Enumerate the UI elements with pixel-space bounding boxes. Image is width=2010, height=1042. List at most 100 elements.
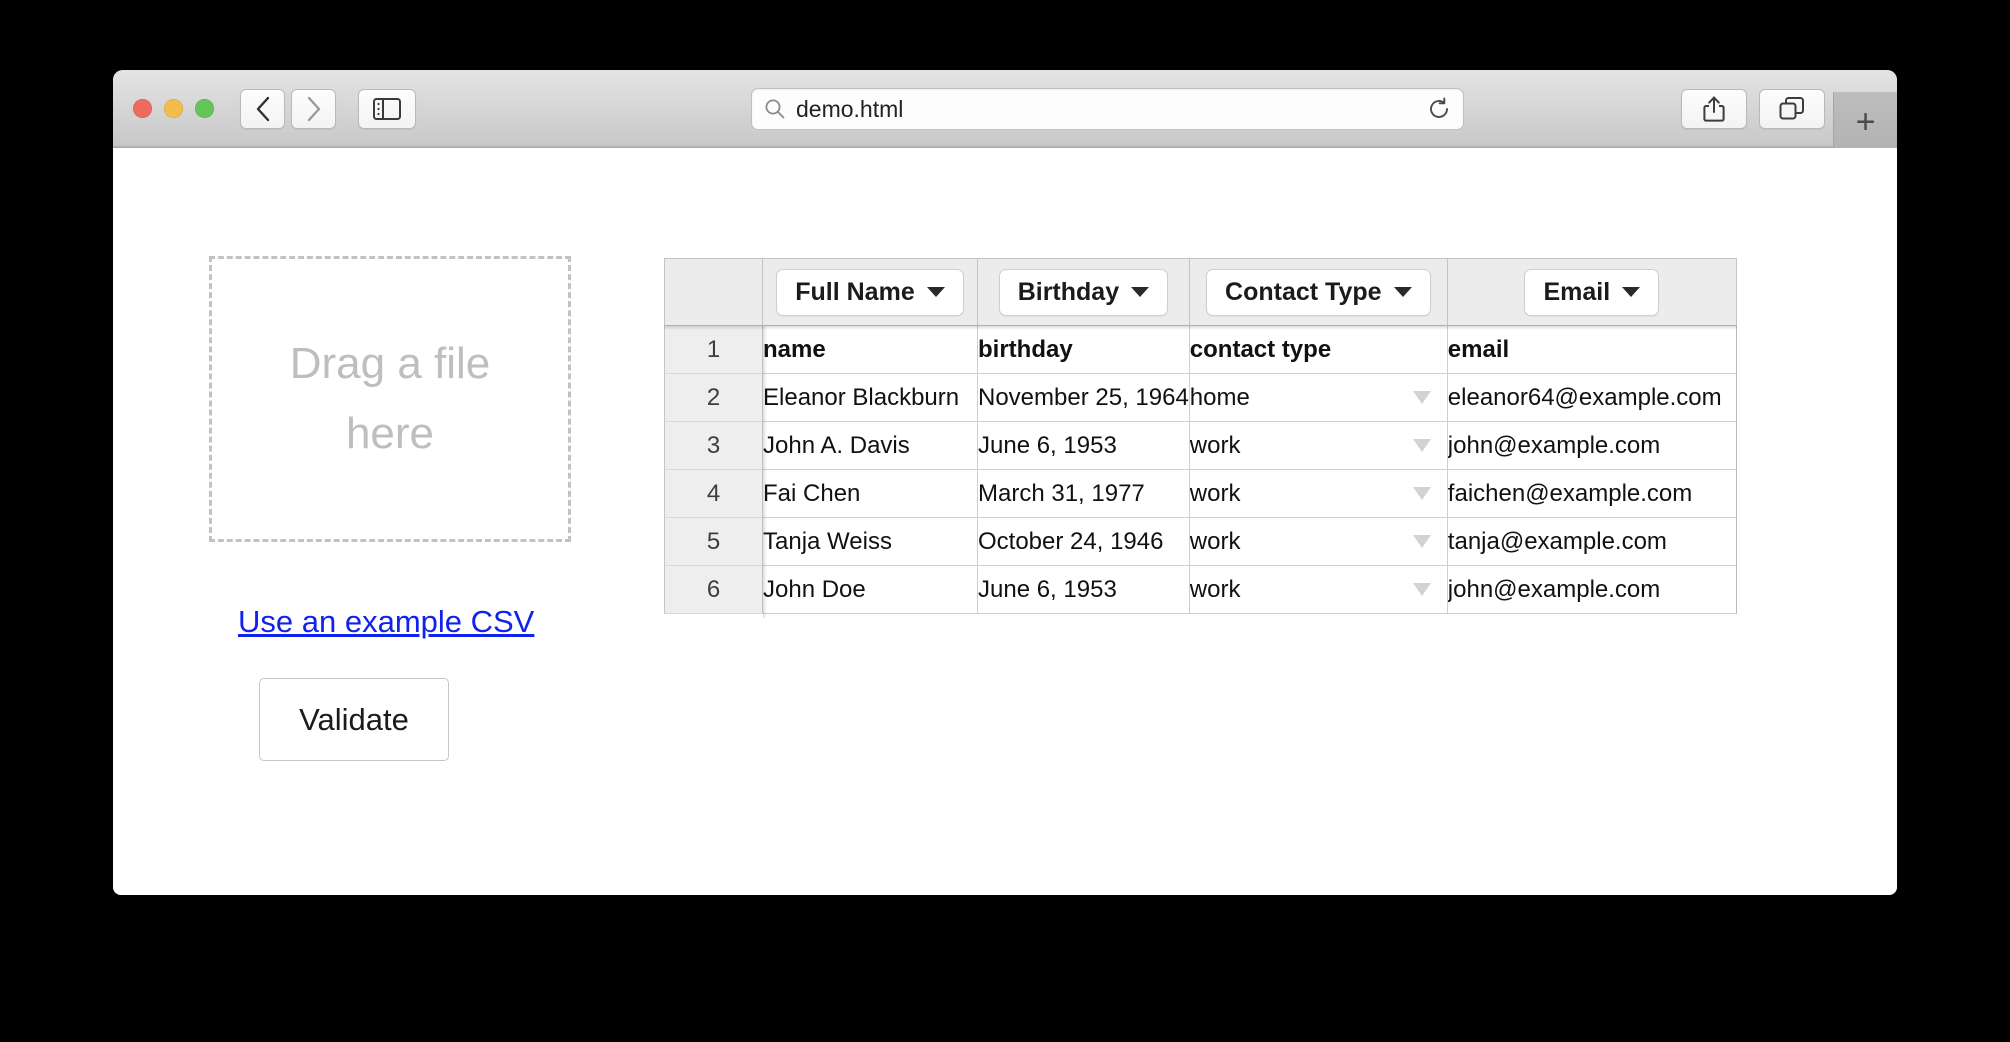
cell-name[interactable]: Tanja Weiss — [763, 518, 978, 566]
cell-email[interactable]: email — [1447, 326, 1737, 374]
row-number-cell[interactable]: 3 — [664, 422, 763, 470]
window-controls — [133, 99, 214, 118]
csv-preview-table-container: Full Name Birthday Contact Type Email 1 … — [664, 258, 1737, 618]
address-bar-container: demo.html — [751, 88, 1464, 130]
column-select-birthday[interactable]: Birthday — [998, 268, 1169, 316]
column-select-birthday-label: Birthday — [1017, 277, 1120, 306]
address-input-value[interactable]: demo.html — [796, 96, 1427, 123]
column-mapper-email: Email — [1447, 258, 1737, 326]
table-row: 2 Eleanor Blackburn November 25, 1964 home e… — [664, 374, 1737, 422]
cell-email[interactable]: tanja@example.com — [1447, 518, 1737, 566]
cell-name[interactable]: John Doe — [763, 566, 978, 614]
cell-ctype[interactable]: work — [1189, 470, 1448, 518]
tab-overview-icon — [1779, 97, 1804, 120]
cell-email[interactable]: john@example.com — [1447, 422, 1737, 470]
contact-type-select[interactable]: home — [1190, 384, 1447, 412]
cell-ctype[interactable]: contact type — [1189, 326, 1448, 374]
row-number-cell[interactable]: 6 — [664, 566, 763, 614]
share-icon — [1703, 96, 1725, 122]
cell-name[interactable]: Fai Chen — [763, 470, 978, 518]
chevron-down-icon — [1412, 487, 1431, 500]
cell-name[interactable]: name — [763, 326, 978, 374]
contact-type-value: work — [1189, 575, 1241, 603]
contact-type-select[interactable]: work — [1190, 576, 1447, 604]
table-row: 5 Tanja Weiss October 24, 1946 work tanja@ex… — [664, 518, 1737, 566]
cell-bday[interactable]: birthday — [978, 326, 1190, 374]
plus-icon: + — [1855, 103, 1876, 141]
cell-name[interactable]: Eleanor Blackburn — [763, 374, 978, 422]
cell-bday[interactable]: October 24, 1946 — [978, 518, 1190, 566]
table-row: 4 Fai Chen March 31, 1977 work faichen@examp… — [664, 470, 1737, 518]
chevron-left-icon — [256, 96, 269, 121]
forward-button[interactable] — [291, 88, 336, 129]
chevron-right-icon — [307, 96, 320, 121]
cell-bday[interactable]: June 6, 1953 — [978, 566, 1190, 614]
cell-bday[interactable]: November 25, 1964 — [978, 374, 1190, 422]
cell-ctype[interactable]: work — [1189, 422, 1448, 470]
page-content: Drag a file here Use an example CSV Vali… — [113, 148, 1897, 895]
contact-type-select[interactable]: work — [1190, 480, 1447, 508]
use-example-csv-link[interactable]: Use an example CSV — [238, 604, 534, 640]
table-row: 6 John Doe June 6, 1953 work john@example.co… — [664, 566, 1737, 614]
browser-toolbar: demo.html + — [113, 70, 1897, 152]
cell-bday[interactable]: June 6, 1953 — [978, 422, 1190, 470]
contact-type-select[interactable]: work — [1190, 528, 1447, 556]
sidebar-toggle-button[interactable] — [358, 88, 416, 129]
chevron-down-icon — [1412, 535, 1431, 548]
cell-ctype[interactable]: work — [1189, 518, 1448, 566]
contact-type-select[interactable]: work — [1190, 432, 1447, 460]
minimize-window-button[interactable] — [164, 99, 183, 118]
row-number-cell[interactable]: 4 — [664, 470, 763, 518]
contact-type-value: work — [1189, 479, 1241, 507]
reload-icon[interactable] — [1427, 97, 1451, 121]
toolbar-right-buttons — [1681, 89, 1825, 129]
column-select-name[interactable]: Full Name — [776, 268, 964, 316]
table-row: 1 name birthday contact type email — [664, 326, 1737, 374]
chevron-down-icon — [1412, 583, 1431, 596]
contact-type-value: work — [1189, 431, 1241, 459]
column-select-name-label: Full Name — [795, 277, 915, 306]
navigation-buttons — [240, 88, 336, 129]
share-button[interactable] — [1681, 89, 1747, 129]
column-select-contact-type[interactable]: Contact Type — [1206, 268, 1431, 316]
chevron-down-icon — [1393, 287, 1412, 297]
column-mapper-name: Full Name — [763, 258, 978, 326]
drop-zone-label: Drag a file here — [289, 338, 491, 458]
table-column-mapping-row: Full Name Birthday Contact Type Email — [664, 258, 1737, 326]
cell-bday[interactable]: March 31, 1977 — [978, 470, 1190, 518]
validate-button[interactable]: Validate — [259, 678, 449, 761]
browser-window: demo.html + Drag a file here Use an exam… — [113, 70, 1897, 895]
close-window-button[interactable] — [133, 99, 152, 118]
chevron-down-icon — [926, 287, 945, 297]
row-number-cell[interactable]: 5 — [664, 518, 763, 566]
column-select-contact-type-label: Contact Type — [1225, 277, 1382, 306]
sidebar-icon — [373, 97, 401, 120]
back-button[interactable] — [240, 88, 285, 129]
maximize-window-button[interactable] — [195, 99, 214, 118]
new-tab-button[interactable]: + — [1833, 92, 1897, 152]
corner-cell — [664, 258, 763, 326]
row-number-cell[interactable]: 1 — [664, 326, 763, 374]
row-number-cell[interactable]: 2 — [664, 374, 763, 422]
column-select-email-label: Email — [1543, 277, 1611, 306]
search-icon — [765, 99, 785, 119]
table-row: 3 John A. Davis June 6, 1953 work john@examp… — [664, 422, 1737, 470]
cell-ctype[interactable]: home — [1189, 374, 1448, 422]
tab-overview-button[interactable] — [1759, 89, 1825, 129]
column-mapper-birthday: Birthday — [978, 258, 1190, 326]
chevron-down-icon — [1412, 439, 1431, 452]
column-select-email[interactable]: Email — [1524, 268, 1660, 316]
cell-ctype[interactable]: work — [1189, 566, 1448, 614]
chevron-down-icon — [1412, 391, 1431, 404]
cell-email[interactable]: john@example.com — [1447, 566, 1737, 614]
contact-type-value: home — [1189, 383, 1250, 411]
file-drop-zone[interactable]: Drag a file here — [209, 256, 571, 542]
cell-email[interactable]: eleanor64@example.com — [1447, 374, 1737, 422]
chevron-down-icon — [1131, 287, 1150, 297]
address-bar[interactable]: demo.html — [751, 88, 1464, 130]
csv-preview-table: Full Name Birthday Contact Type Email 1 … — [664, 258, 1737, 614]
chevron-down-icon — [1622, 287, 1641, 297]
cell-email[interactable]: faichen@example.com — [1447, 470, 1737, 518]
csv-table-body: 1 name birthday contact type email 2 Eleanor B… — [664, 326, 1737, 614]
cell-name[interactable]: John A. Davis — [763, 422, 978, 470]
